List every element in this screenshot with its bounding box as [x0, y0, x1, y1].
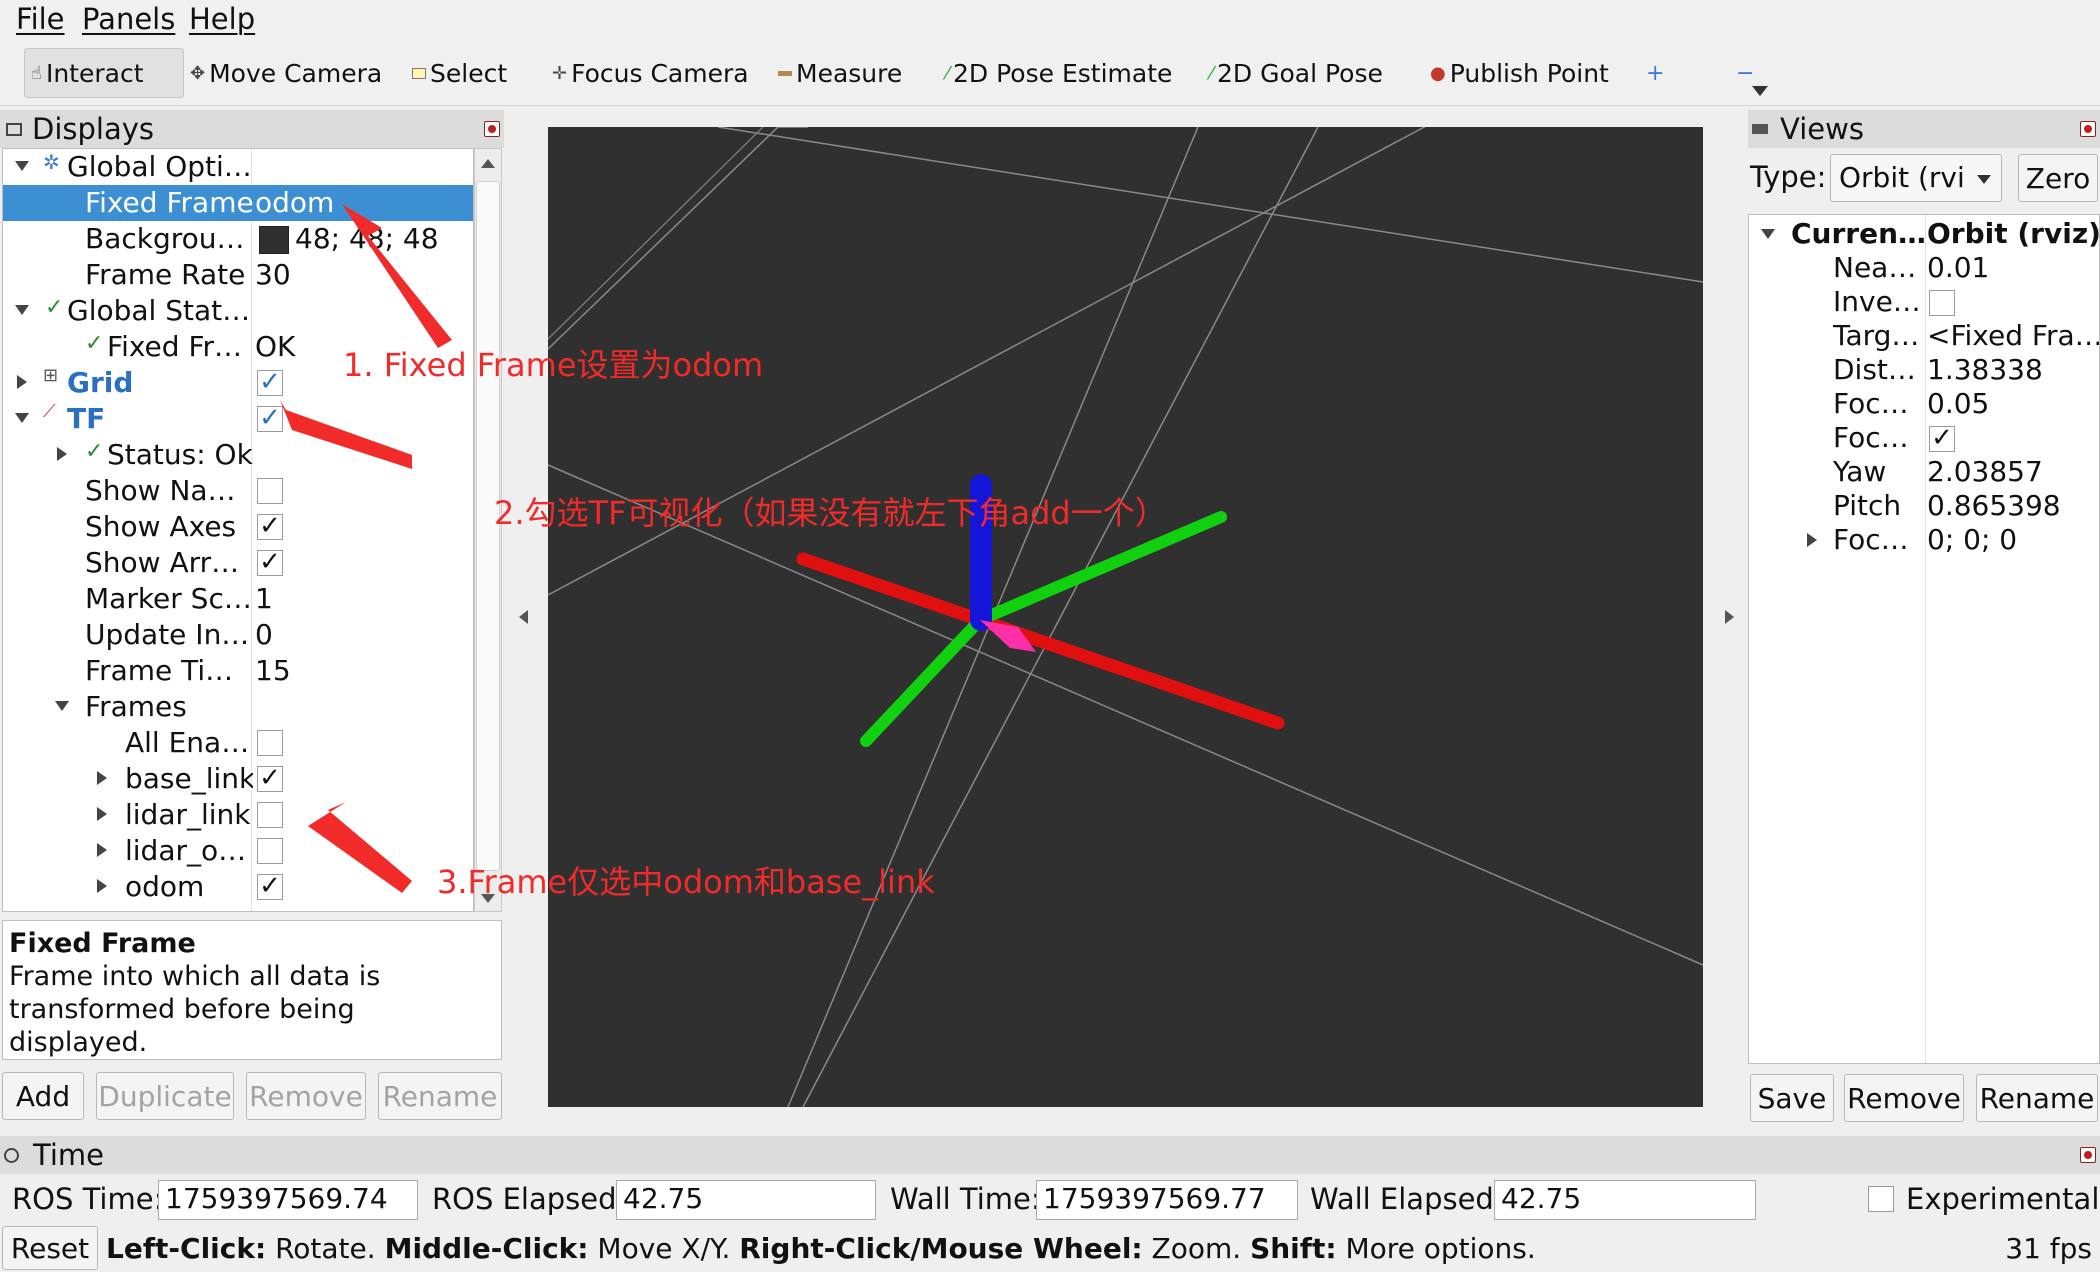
view-row-yaw[interactable]: Yaw 2.03857	[1749, 455, 2099, 489]
row-label: Foc…	[1833, 523, 1909, 556]
ros-time-label: ROS Time:	[12, 1182, 164, 1216]
annotation-arrow-3	[308, 802, 412, 893]
view-type-dropdown[interactable]: Orbit (rviz)	[1830, 154, 2002, 202]
focal-shape-size-value[interactable]: 0.05	[1927, 387, 2099, 420]
view-row-focal-shape-fixed[interactable]: Foc… ✓	[1749, 421, 2099, 455]
chevron-right-icon[interactable]	[1807, 533, 1817, 547]
experimental-label: Experimental	[1906, 1182, 2100, 1216]
invert-checkbox[interactable]	[1929, 290, 1955, 316]
chevron-down-icon[interactable]	[1761, 229, 1775, 239]
distance-value[interactable]: 1.38338	[1927, 353, 2099, 386]
ros-time-field[interactable]: 1759397569.74	[158, 1180, 418, 1220]
view-row-pitch[interactable]: Pitch 0.865398	[1749, 489, 2099, 523]
close-icon[interactable]	[2080, 121, 2096, 137]
reset-button[interactable]: Reset	[2, 1226, 98, 1270]
status-help-text: Left-Click: Rotate. Middle-Click: Move X…	[106, 1232, 1536, 1265]
view-row-distance[interactable]: Dist… 1.38338	[1749, 353, 2099, 387]
ros-elapsed-field[interactable]: 42.75	[616, 1180, 876, 1220]
annotation-step-3: 3.Frame仅选中odom和base_link	[437, 863, 935, 901]
view-row-focal-shape-size[interactable]: Foc… 0.05	[1749, 387, 2099, 421]
view-row-focal-point[interactable]: Foc… 0; 0; 0	[1749, 523, 2099, 557]
view-row-near-clip[interactable]: Nea… 0.01	[1749, 251, 2099, 285]
annotation-arrow-2	[280, 400, 412, 469]
wall-elapsed-label: Wall Elapsed:	[1310, 1182, 1504, 1216]
right-click-key: Right-Click/Mouse Wheel:	[739, 1232, 1143, 1265]
save-view-button[interactable]: Save	[1750, 1074, 1834, 1122]
zero-button[interactable]: Zero	[2018, 154, 2098, 202]
wall-time-field[interactable]: 1759397569.77	[1036, 1180, 1298, 1220]
experimental-checkbox[interactable]	[1868, 1186, 1894, 1212]
view-row-current[interactable]: Curren… Orbit (rviz)	[1749, 217, 2099, 251]
focal-point-value[interactable]: 0; 0; 0	[1927, 523, 2099, 556]
row-label: Foc…	[1833, 421, 1909, 454]
right-click-action: Zoom.	[1151, 1232, 1242, 1265]
views-title: Views	[1780, 112, 1864, 146]
left-click-key: Left-Click:	[106, 1232, 267, 1265]
row-label: Nea…	[1833, 251, 1917, 284]
time-panel-header: Time	[0, 1136, 2100, 1174]
clock-icon	[4, 1147, 19, 1163]
remove-view-button[interactable]: Remove	[1844, 1074, 1964, 1122]
close-icon[interactable]	[2080, 1147, 2096, 1163]
chevron-down-icon	[1977, 175, 1991, 184]
shift-key: Shift:	[1250, 1232, 1337, 1265]
view-type-label: Type:	[1750, 160, 1827, 194]
views-tree: Curren… Orbit (rviz) Nea… 0.01 Inve… Tar…	[1748, 214, 2100, 1064]
annotation-step-1: 1. Fixed Frame设置为odom	[343, 346, 764, 384]
wall-time-label: Wall Time:	[890, 1182, 1041, 1216]
row-label: Pitch	[1833, 489, 1902, 522]
row-label: Targ…	[1833, 319, 1920, 352]
row-label: Yaw	[1833, 455, 1887, 488]
annotation-arrow-1	[342, 204, 452, 348]
focal-shape-fixed-checkbox[interactable]: ✓	[1929, 425, 1955, 452]
view-row-target-frame[interactable]: Targ… <Fixed Fra…	[1749, 319, 2099, 353]
current-view-type: Orbit (rviz)	[1927, 217, 2099, 250]
ros-elapsed-label: ROS Elapsed:	[432, 1182, 627, 1216]
target-frame-value[interactable]: <Fixed Fra…	[1927, 319, 2099, 352]
shift-action: More options.	[1345, 1232, 1536, 1265]
camera-icon	[1752, 124, 1768, 134]
middle-click-key: Middle-Click:	[384, 1232, 589, 1265]
view-type-value: Orbit (rviz)	[1839, 161, 1963, 194]
near-clip-value[interactable]: 0.01	[1927, 251, 2099, 284]
rename-view-button[interactable]: Rename	[1976, 1074, 2098, 1122]
row-label: Inve…	[1833, 285, 1921, 318]
pitch-value[interactable]: 0.865398	[1927, 489, 2099, 522]
time-title: Time	[33, 1138, 104, 1172]
views-panel-header: Views	[1748, 110, 2100, 148]
wall-elapsed-field[interactable]: 42.75	[1494, 1180, 1756, 1220]
view-row-invert[interactable]: Inve…	[1749, 285, 2099, 319]
left-click-action: Rotate.	[275, 1232, 376, 1265]
yaw-value[interactable]: 2.03857	[1927, 455, 2099, 488]
fps-counter: 31 fps	[2005, 1232, 2092, 1265]
row-label: Foc…	[1833, 387, 1909, 420]
middle-click-action: Move X/Y.	[597, 1232, 731, 1265]
row-label: Dist…	[1833, 353, 1916, 386]
annotation-step-2: 2.勾选TF可视化（如果没有就左下角add一个）	[494, 494, 1167, 532]
row-label: Curren…	[1791, 217, 1925, 250]
